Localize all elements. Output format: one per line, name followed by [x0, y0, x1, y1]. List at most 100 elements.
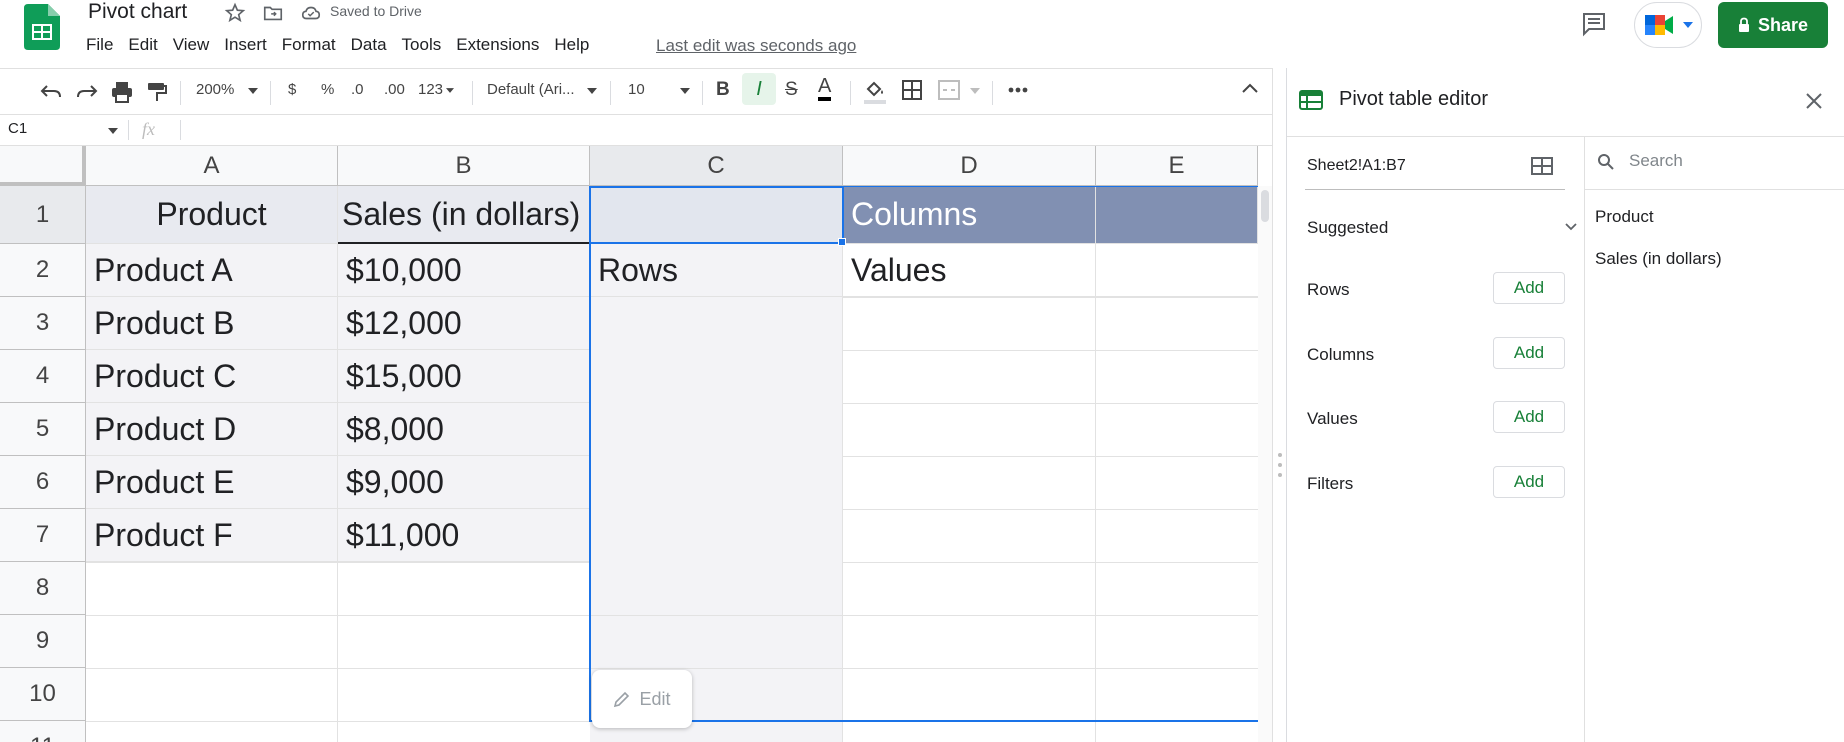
formula-input[interactable] [188, 117, 1258, 143]
field-search-input[interactable]: Search [1629, 151, 1683, 171]
field-item-sales[interactable]: Sales (in dollars) [1595, 249, 1722, 269]
add-values-button[interactable]: Add [1493, 401, 1565, 433]
chevron-down-icon[interactable] [587, 88, 597, 94]
currency-button[interactable]: $ [288, 81, 296, 98]
pivot-edit-button[interactable]: Edit [592, 670, 692, 728]
cell-b6[interactable]: $9,000 [338, 456, 590, 509]
menu-help[interactable]: Help [554, 35, 598, 55]
fill-color-icon[interactable] [864, 79, 886, 105]
row-header-5[interactable]: 5 [0, 403, 86, 456]
drag-handle-icon[interactable] [1277, 452, 1283, 478]
italic-button[interactable]: I [742, 73, 776, 105]
chevron-down-icon[interactable] [446, 88, 454, 93]
cell-d2[interactable]: Values [843, 244, 1096, 297]
chevron-down-icon[interactable] [248, 88, 258, 94]
bold-button[interactable]: B [716, 79, 730, 101]
column-header-e[interactable]: E [1096, 146, 1258, 186]
close-icon[interactable] [1805, 92, 1823, 110]
menu-insert[interactable]: Insert [224, 35, 276, 55]
add-rows-button[interactable]: Add [1493, 272, 1565, 304]
data-range[interactable]: Sheet2!A1:B7 [1307, 157, 1406, 175]
cell-b5[interactable]: $8,000 [338, 403, 590, 456]
field-item-product[interactable]: Product [1595, 207, 1654, 227]
suggested-label[interactable]: Suggested [1307, 218, 1388, 238]
menu-format[interactable]: Format [282, 35, 345, 55]
column-header-a[interactable]: A [86, 146, 338, 186]
comment-history-icon[interactable] [1580, 10, 1608, 38]
select-all-corner[interactable] [0, 146, 86, 186]
font-size-select[interactable]: 10 [628, 81, 645, 98]
chevron-down-icon[interactable] [1565, 223, 1577, 231]
cell-a7[interactable]: Product F [86, 509, 338, 562]
row-header-7[interactable]: 7 [0, 509, 86, 562]
menu-tools[interactable]: Tools [402, 35, 451, 55]
text-color-button[interactable]: A [818, 75, 832, 101]
fill-handle[interactable] [838, 238, 846, 246]
row-header-3[interactable]: 3 [0, 297, 86, 350]
cell-e2[interactable] [1096, 244, 1258, 297]
row-header-4[interactable]: 4 [0, 350, 86, 403]
row-header-1[interactable]: 1 [0, 186, 86, 244]
collapse-menus-icon[interactable] [1242, 83, 1258, 93]
font-select[interactable]: Default (Ari... [487, 81, 575, 98]
cell-a6[interactable]: Product E [86, 456, 338, 509]
row-header-2[interactable]: 2 [0, 244, 86, 297]
cell-a1[interactable]: Product [86, 186, 338, 244]
menu-data[interactable]: Data [351, 35, 396, 55]
star-icon[interactable] [224, 2, 246, 24]
redo-icon[interactable] [76, 81, 98, 101]
menu-file[interactable]: File [86, 35, 122, 55]
cell-b2[interactable]: $10,000 [338, 244, 590, 297]
share-button[interactable]: Share [1718, 2, 1828, 48]
cloud-saved-icon[interactable] [300, 2, 322, 24]
cell-c2[interactable]: Rows [590, 244, 843, 297]
move-folder-icon[interactable] [262, 2, 284, 24]
meet-button[interactable] [1634, 2, 1702, 48]
decrease-decimal-button[interactable]: .0 [351, 81, 364, 98]
add-filters-button[interactable]: Add [1493, 466, 1565, 498]
increase-decimal-button[interactable]: .00 [384, 81, 405, 98]
strikethrough-button[interactable]: S [785, 79, 798, 101]
row-header-11[interactable]: 11 [0, 721, 86, 742]
cell-c1[interactable] [590, 186, 843, 244]
cell-b1[interactable]: Sales (in dollars) [338, 186, 590, 244]
cell-b7[interactable]: $11,000 [338, 509, 590, 562]
row-header-10[interactable]: 10 [0, 668, 86, 721]
borders-icon[interactable] [902, 80, 922, 100]
sheets-logo-icon[interactable] [24, 4, 60, 50]
chevron-down-icon[interactable] [970, 88, 980, 94]
zoom-select[interactable]: 200% [196, 81, 234, 98]
chevron-down-icon[interactable] [108, 128, 118, 134]
scrollbar-thumb[interactable] [1261, 190, 1269, 222]
vertical-scrollbar[interactable] [1258, 186, 1272, 742]
cell-b4[interactable]: $15,000 [338, 350, 590, 403]
undo-icon[interactable] [40, 81, 62, 101]
print-icon[interactable] [110, 81, 134, 103]
select-range-icon[interactable] [1531, 157, 1553, 175]
column-header-c[interactable]: C [590, 146, 843, 186]
percent-button[interactable]: % [321, 81, 334, 98]
more-options-icon[interactable] [1008, 87, 1028, 93]
menu-view[interactable]: View [173, 35, 219, 55]
paint-format-icon[interactable] [146, 81, 168, 103]
cell-a2[interactable]: Product A [86, 244, 338, 297]
cell-a5[interactable]: Product D [86, 403, 338, 456]
number-format-button[interactable]: 123 [418, 81, 443, 98]
cell-e1[interactable] [1096, 186, 1258, 244]
menu-extensions[interactable]: Extensions [456, 35, 548, 55]
column-header-b[interactable]: B [338, 146, 590, 186]
cell-b3[interactable]: $12,000 [338, 297, 590, 350]
row-header-8[interactable]: 8 [0, 562, 86, 615]
add-columns-button[interactable]: Add [1493, 337, 1565, 369]
column-header-d[interactable]: D [843, 146, 1096, 186]
cell-a4[interactable]: Product C [86, 350, 338, 403]
panel-resize-handle[interactable] [1272, 68, 1286, 742]
merge-cells-icon[interactable] [938, 80, 960, 100]
chevron-down-icon[interactable] [680, 88, 690, 94]
cell-d1[interactable]: Columns [843, 186, 1096, 244]
row-header-9[interactable]: 9 [0, 615, 86, 668]
row-header-6[interactable]: 6 [0, 456, 86, 509]
document-title[interactable]: Pivot chart [88, 0, 187, 24]
name-box[interactable]: C1 [8, 120, 27, 137]
menu-edit[interactable]: Edit [128, 35, 166, 55]
